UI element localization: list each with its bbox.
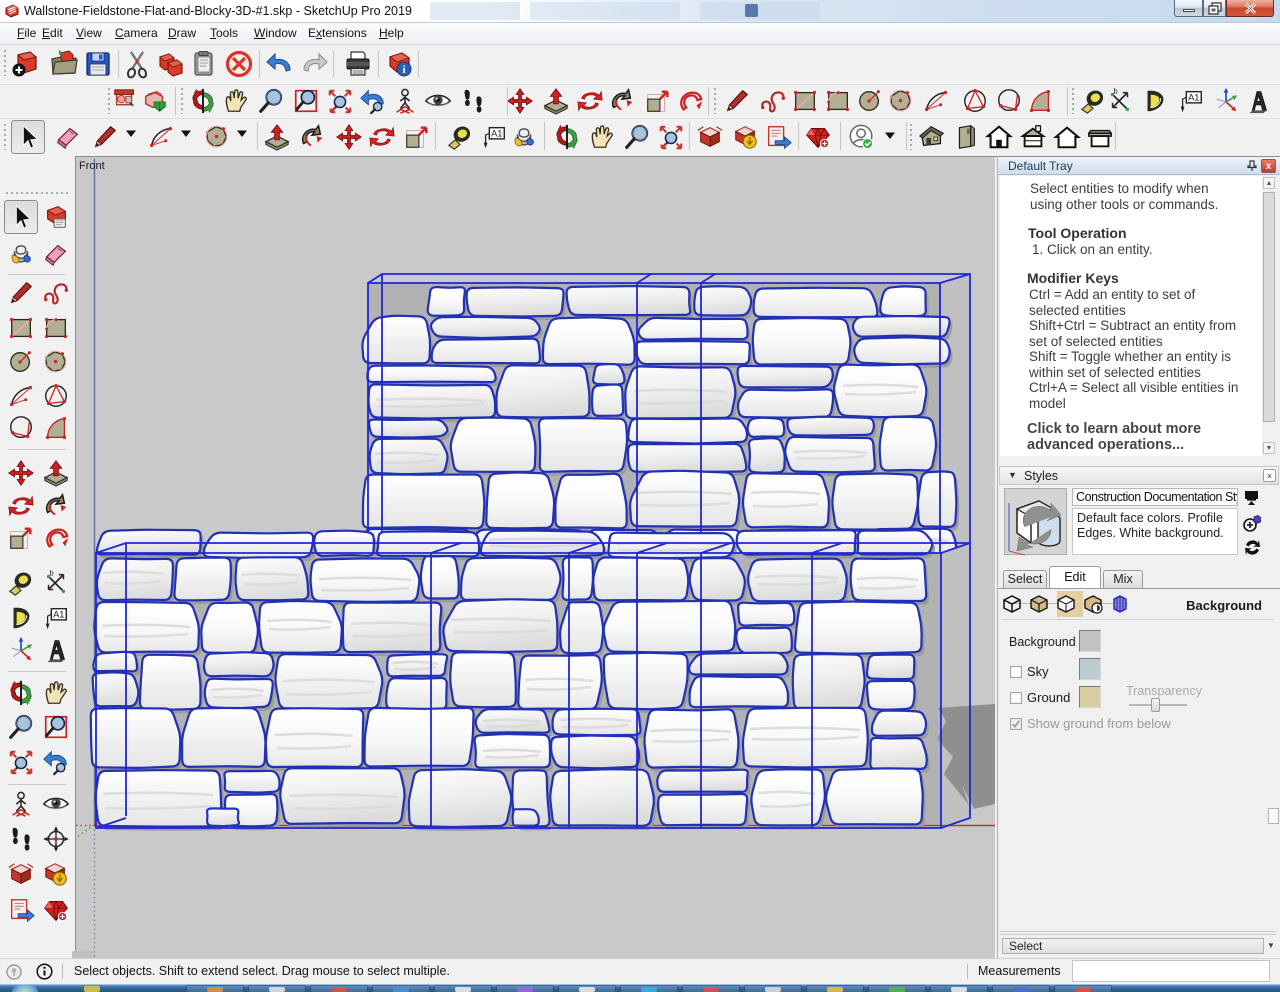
svg-text:b: b bbox=[49, 569, 53, 578]
svg-text:A1: A1 bbox=[491, 129, 502, 139]
svg-text:b: b bbox=[1113, 87, 1117, 96]
svg-text:A1: A1 bbox=[1188, 93, 1199, 103]
svg-text:i: i bbox=[402, 64, 405, 76]
svg-text:Front: Front bbox=[79, 160, 105, 172]
svg-text:A1: A1 bbox=[53, 610, 64, 620]
